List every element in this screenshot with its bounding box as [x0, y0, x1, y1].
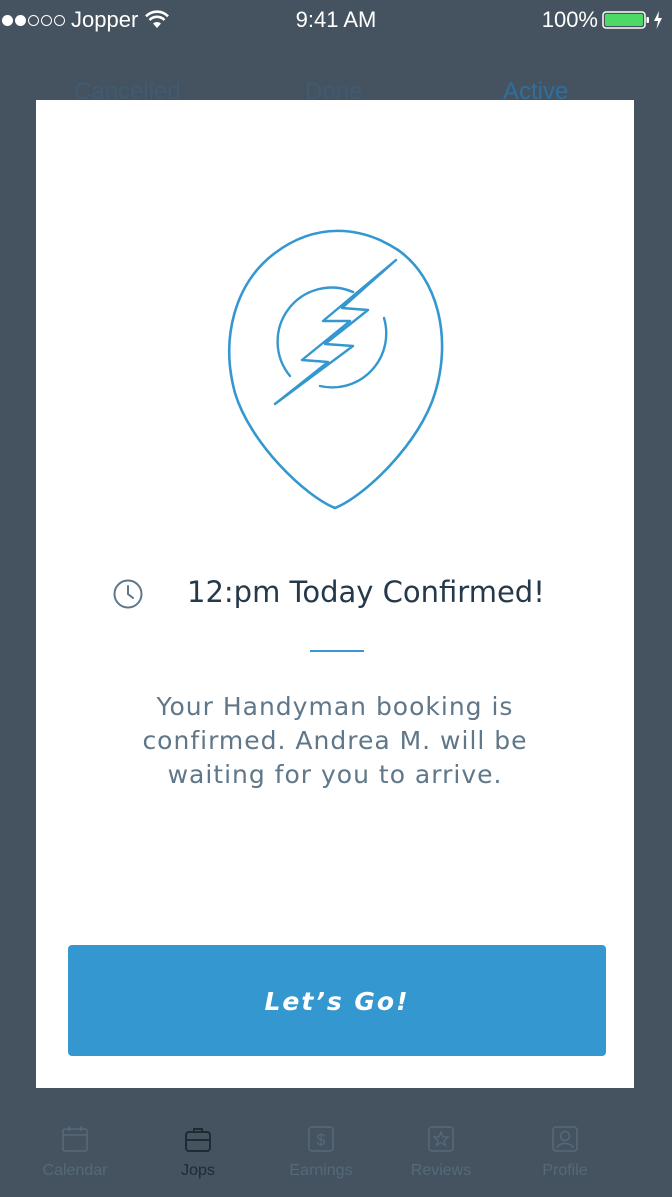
bottom-tab-bar: Calendar Jops $ Earnings Reviews Profile	[0, 1110, 672, 1197]
nav-label-earnings: Earnings	[289, 1162, 353, 1179]
lets-go-button[interactable]: Let’s Go!	[68, 945, 606, 1056]
clock-icon	[113, 579, 143, 609]
nav-item-profile[interactable]: Profile	[498, 1124, 632, 1180]
confirmation-row: 12:pm Today Confirmed!	[36, 570, 634, 614]
status-bar: Jopper 9:41 AM 100%	[0, 0, 672, 40]
profile-icon	[552, 1126, 578, 1152]
briefcase-icon	[185, 1128, 211, 1152]
dollar-icon: $	[308, 1126, 334, 1152]
nav-item-reviews[interactable]: Reviews	[374, 1124, 508, 1180]
nav-label-calendar: Calendar	[42, 1162, 108, 1179]
star-icon	[428, 1126, 454, 1152]
nav-label-jops: Jops	[181, 1162, 215, 1179]
status-right: 100%	[542, 7, 664, 33]
nav-label-profile: Profile	[542, 1162, 588, 1179]
nav-item-jops[interactable]: Jops	[131, 1124, 265, 1180]
battery-percentage: 100%	[541, 7, 598, 32]
nav-label-reviews: Reviews	[410, 1162, 472, 1179]
nav-item-calendar[interactable]: Calendar	[8, 1124, 142, 1180]
charging-bolt-icon	[654, 11, 662, 29]
location-bolt-icon	[228, 229, 444, 510]
confirmation-modal: 12:pm Today Confirmed! Your Handyman boo…	[36, 100, 634, 1088]
calendar-icon	[62, 1126, 88, 1152]
divider	[310, 650, 364, 652]
svg-text:$: $	[317, 1132, 326, 1149]
confirmation-title: 12:pm Today Confirmed!	[187, 575, 545, 609]
confirmation-message: Your Handyman booking is confirmed. Andr…	[142, 692, 528, 789]
battery-icon	[602, 11, 649, 29]
nav-item-earnings[interactable]: $ Earnings	[254, 1124, 388, 1180]
